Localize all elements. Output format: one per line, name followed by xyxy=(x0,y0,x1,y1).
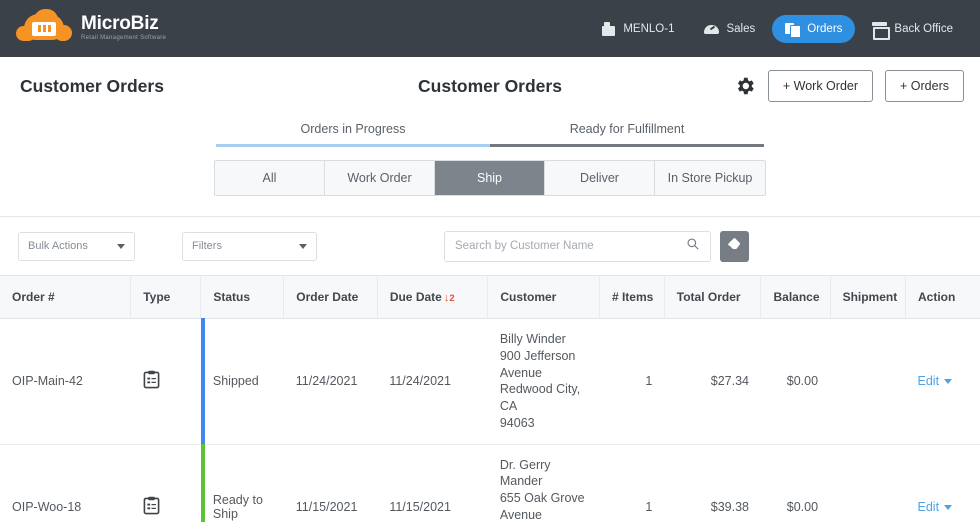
page-header: Customer Orders Customer Orders + Work O… xyxy=(0,57,980,115)
cell-total-order: $27.34 xyxy=(664,318,761,445)
cell-order-date: 11/24/2021 xyxy=(283,318,378,445)
fulfillment-type-filter: All Work Order Ship Deliver In Store Pic… xyxy=(0,147,980,217)
nav-item-menlo-1[interactable]: MENLO-1 xyxy=(588,15,687,43)
filter-toolbar: Bulk Actions Filters xyxy=(0,217,980,275)
segment-all[interactable]: All xyxy=(215,161,325,195)
bulk-actions-dropdown[interactable]: Bulk Actions xyxy=(18,231,135,261)
cell-balance: $0.00 xyxy=(760,318,831,445)
status-color-bar xyxy=(200,443,205,522)
add-work-order-button[interactable]: + Work Order xyxy=(767,70,874,102)
cloud-register-icon xyxy=(16,8,72,46)
table-header-row: Order # Type Status Order Date Due Date ↓… xyxy=(0,275,980,319)
nav-item-label: Orders xyxy=(807,22,843,35)
archive-icon xyxy=(872,21,891,40)
clipboard-icon xyxy=(143,370,160,392)
header-actions: + Work Order + Orders xyxy=(734,70,964,102)
cell-customer: Dr. Gerry Mander 655 Oak Grove Avenue Me… xyxy=(487,444,600,522)
cell-order-no[interactable]: OIP-Main-42 xyxy=(0,318,131,445)
cell-total-order: $39.38 xyxy=(664,444,761,522)
nav-item-label: Back Office xyxy=(894,22,953,35)
cell-items: 1 xyxy=(599,318,665,445)
orders-table: Order # Type Status Order Date Due Date ↓… xyxy=(0,275,980,522)
clear-search-button[interactable] xyxy=(720,230,749,262)
tab-orders-in-progress[interactable]: Orders in Progress xyxy=(216,115,490,144)
tab-bar: Orders in Progress Ready for Fulfillment xyxy=(0,115,980,144)
cell-due-date: 11/24/2021 xyxy=(377,318,488,445)
nav-item-sales[interactable]: Sales xyxy=(691,15,768,43)
column-header-due-date[interactable]: Due Date ↓2 xyxy=(377,275,489,319)
tab-ready-for-fulfillment[interactable]: Ready for Fulfillment xyxy=(490,115,764,144)
gear-icon[interactable] xyxy=(734,75,756,97)
top-navigation-bar: MicroBiz Retail Management Software MENL… xyxy=(0,0,980,57)
cell-type xyxy=(130,444,201,522)
cell-type xyxy=(130,318,201,445)
column-header-shipment[interactable]: Shipment xyxy=(830,275,907,319)
column-header-action: Action xyxy=(905,275,980,319)
search-icon[interactable] xyxy=(686,237,700,256)
table-row[interactable]: OIP-Main-42 Shipped 11/24/2021 11/24/202… xyxy=(0,318,980,445)
cell-action[interactable]: Edit xyxy=(905,444,980,522)
column-header-total-order[interactable]: Total Order xyxy=(664,275,762,319)
cell-balance: $0.00 xyxy=(760,444,831,522)
cell-shipment xyxy=(830,444,906,522)
chevron-down-icon xyxy=(299,243,307,249)
chevron-down-icon[interactable] xyxy=(944,504,953,510)
tab-underline-orders-in-progress xyxy=(216,144,490,147)
edit-link[interactable]: Edit xyxy=(918,374,940,388)
column-header-order-date[interactable]: Order Date xyxy=(283,275,378,319)
chevron-down-icon xyxy=(117,243,125,249)
search-input[interactable] xyxy=(455,240,680,252)
cell-status: Ready to Ship xyxy=(200,443,284,522)
filters-dropdown[interactable]: Filters xyxy=(182,231,317,261)
chevron-down-icon[interactable] xyxy=(944,379,953,385)
status-color-bar xyxy=(200,318,205,445)
sort-order-number: 2 xyxy=(449,293,455,304)
store-icon xyxy=(601,21,616,36)
tab-underline-ready-for-fulfillment xyxy=(490,144,764,147)
cell-customer: Billy Winder 900 Jefferson Avenue Redwoo… xyxy=(487,318,600,445)
column-header-type[interactable]: Type xyxy=(130,275,202,319)
cell-items: 1 xyxy=(599,444,665,522)
nav-item-label: MENLO-1 xyxy=(623,22,675,35)
column-header-customer[interactable]: Customer xyxy=(487,275,600,319)
search-area xyxy=(444,230,749,262)
cell-action[interactable]: Edit xyxy=(905,318,980,445)
cell-order-no[interactable]: OIP-Woo-18 xyxy=(0,444,131,522)
cell-order-date: 11/15/2021 xyxy=(283,444,378,522)
clipboard-icon xyxy=(143,496,160,518)
table-body: OIP-Main-42 Shipped 11/24/2021 11/24/202… xyxy=(0,318,980,522)
eraser-icon xyxy=(727,237,742,256)
brand-tagline: Retail Management Software xyxy=(81,35,167,41)
cell-shipment xyxy=(830,318,906,445)
column-header-order-no[interactable]: Order # xyxy=(0,275,132,319)
speedometer-icon xyxy=(704,22,720,36)
filters-label: Filters xyxy=(192,240,222,252)
table-row[interactable]: OIP-Woo-18 Ready to Ship 11/15/2021 11/1… xyxy=(0,443,980,522)
nav-item-label: Sales xyxy=(726,22,756,35)
segment-work-order[interactable]: Work Order xyxy=(325,161,435,195)
segment-ship[interactable]: Ship xyxy=(435,161,545,195)
nav-item-orders[interactable]: Orders xyxy=(772,14,856,43)
segment-deliver[interactable]: Deliver xyxy=(545,161,655,195)
column-header-items[interactable]: # Items xyxy=(599,275,665,319)
status-label: Ready to Ship xyxy=(212,492,263,521)
bulk-actions-label: Bulk Actions xyxy=(28,240,88,252)
search-box[interactable] xyxy=(444,230,711,262)
nav-item-back-office[interactable]: Back Office xyxy=(859,15,966,43)
primary-nav: MENLO-1 Sales Orders Back Office xyxy=(588,0,966,57)
cell-status: Shipped xyxy=(200,318,284,445)
column-header-balance[interactable]: Balance xyxy=(760,275,831,319)
brand-logo[interactable]: MicroBiz Retail Management Software xyxy=(16,8,167,46)
sort-indicator: ↓2 xyxy=(444,292,455,304)
status-label: Shipped xyxy=(212,374,259,389)
column-header-status[interactable]: Status xyxy=(200,275,285,319)
segment-in-store-pickup[interactable]: In Store Pickup xyxy=(655,161,765,195)
copy-orders-icon xyxy=(785,22,802,38)
add-orders-button[interactable]: + Orders xyxy=(885,70,964,102)
edit-link[interactable]: Edit xyxy=(918,500,940,514)
cell-due-date: 11/15/2021 xyxy=(377,444,488,522)
column-header-due-date-label: Due Date xyxy=(389,290,442,304)
brand-name: MicroBiz xyxy=(81,13,159,34)
